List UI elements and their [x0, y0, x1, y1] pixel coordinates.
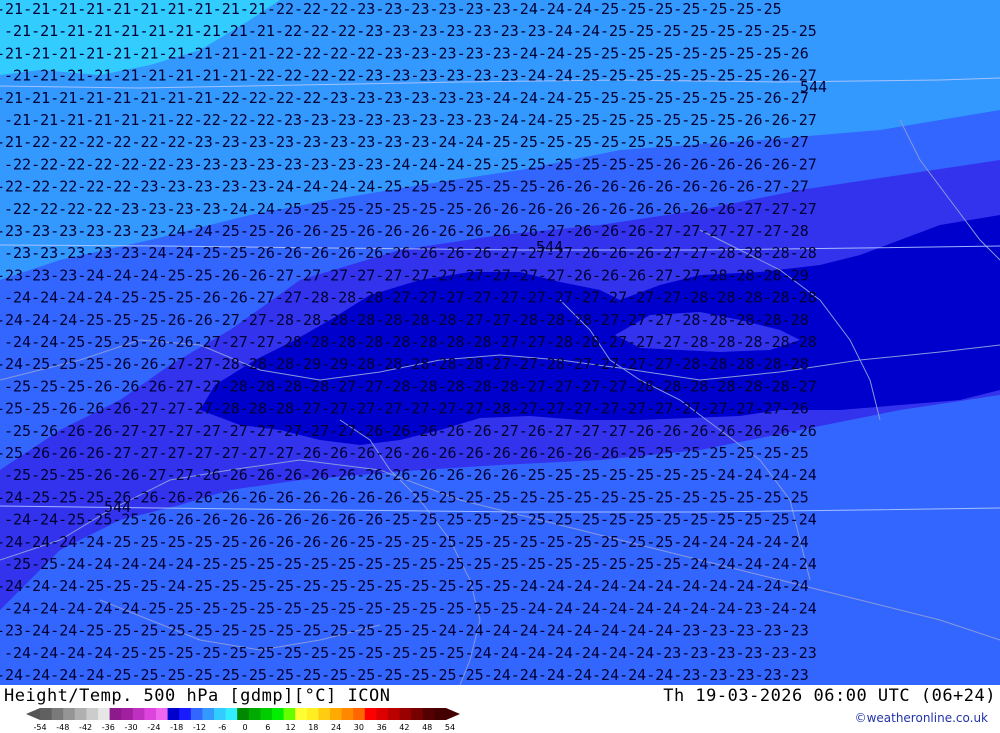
isotherm-row: -24-25-25-25-26-26-27-27-28-28-28-29-29-… [0, 355, 809, 373]
scale-swatch [295, 708, 308, 720]
scale-tick-label: -48 [56, 723, 70, 732]
credit-link[interactable]: ©weatheronline.co.uk [855, 711, 988, 725]
scale-swatch [260, 708, 273, 720]
scale-swatch [202, 708, 215, 720]
scale-tick-label: 24 [331, 723, 342, 732]
scale-swatch [63, 708, 76, 720]
scale-swatch [98, 708, 110, 720]
scale-swatch [86, 708, 99, 720]
scale-tick-label: 30 [353, 723, 364, 732]
scale-tick-label: -36 [101, 723, 115, 732]
scale-tick-label: 6 [265, 723, 271, 732]
isotherm-row: -21-21-21-21-21-21-21-21-21-21-22-22-22-… [0, 0, 782, 18]
isotherm-row: -24-24-24-24-24-25-25-25-25-25-25-25-25-… [4, 599, 817, 617]
scale-swatch [109, 708, 122, 720]
scale-tick-label: -6 [218, 723, 227, 732]
color-scale-swatches [40, 708, 447, 720]
scale-swatch [190, 708, 203, 720]
map-title: Height/Temp. 500 hPa [gdmp][°C] ICON [4, 686, 391, 706]
isotherm-row: -25-25-25-26-26-26-27-27-28-28-28-28-27-… [4, 377, 817, 395]
scale-swatch [272, 708, 284, 720]
scale-swatch [237, 708, 250, 720]
map-footer: Height/Temp. 500 hPa [gdmp][°C] ICON Th … [0, 685, 1000, 733]
scale-swatch [376, 708, 389, 720]
isotherm-row: -22-22-22-22-22-23-23-23-23-23-24-24-24-… [0, 178, 809, 196]
isotherm-row: -24-24-24-25-25-25-24-25-25-25-25-25-25-… [0, 577, 809, 595]
scale-swatch [330, 708, 342, 720]
scale-tick-label: 18 [308, 723, 319, 732]
isotherm-row: -24-24-24-25-25-25-26-26-27-27-28-28-28-… [0, 311, 809, 329]
scale-swatch [214, 708, 226, 720]
isotherm-row: -24-24-24-24-25-25-25-25-25-25-25-25-25-… [0, 666, 809, 684]
isotherm-row: -25-26-26-26-27-27-27-27-27-27-27-27-27-… [4, 422, 817, 440]
scale-swatch [411, 708, 424, 720]
isotherm-row: -23-23-23-24-24-24-25-25-26-26-27-27-27-… [0, 266, 809, 284]
isotherm-row: -21-22-22-22-22-22-22-23-23-23-23-23-23-… [0, 133, 809, 151]
isotherm-row: -25-25-24-24-24-24-24-25-25-25-25-25-25-… [4, 555, 817, 573]
scale-swatch [399, 708, 412, 720]
height-label-544: 544 [536, 238, 563, 256]
isotherm-row: -24-24-24-24-25-25-25-25-25-25-25-25-25-… [4, 644, 817, 662]
isotherm-row: -21-21-21-21-21-21-21-21-21-21-22-22-22-… [4, 22, 817, 40]
scale-swatch [179, 708, 192, 720]
scale-tick-label: -54 [33, 723, 47, 732]
scale-swatch [156, 708, 168, 720]
scale-swatch [167, 708, 180, 720]
isotherm-row: -23-23-23-23-23-24-24-25-25-26-26-26-26-… [4, 244, 817, 262]
scale-swatch [341, 708, 354, 720]
isotherm-row: -25-25-25-26-26-27-27-26-26-26-26-26-26-… [4, 466, 817, 484]
scale-tick-label: -42 [79, 723, 93, 732]
scale-swatch [364, 708, 377, 720]
scale-tick-label: 0 [242, 723, 248, 732]
height-label-544: 544 [104, 498, 131, 516]
scale-tick-label: -24 [147, 723, 161, 732]
isotherm-row: -25-26-26-26-27-27-27-27-27-27-27-26-26-… [0, 444, 809, 462]
scale-tick-label: -18 [170, 723, 184, 732]
isotherm-label-grid: -21-21-21-21-21-21-21-21-21-21-22-22-22-… [0, 0, 817, 684]
scale-tick-label: 54 [444, 723, 456, 732]
isotherm-row: -25-25-26-26-26-27-27-27-28-28-28-27-27-… [0, 400, 809, 418]
scale-tick-label: 36 [376, 723, 387, 732]
scale-swatch [144, 708, 157, 720]
scale-right-arrow [446, 708, 460, 720]
scale-swatch [388, 708, 400, 720]
scale-swatch [121, 708, 134, 720]
scale-swatch [283, 708, 296, 720]
valid-time: Th 19-03-2026 06:00 UTC (06+24) [663, 686, 996, 706]
scale-swatch [132, 708, 145, 720]
isotherm-row: -24-24-24-24-25-25-25-25-25-26-26-26-26-… [0, 533, 809, 551]
isotherm-row: -23-24-24-25-25-25-25-25-25-25-25-25-25-… [0, 622, 809, 640]
isotherm-row: -21-21-21-21-21-21-22-22-22-22-23-23-23-… [4, 111, 817, 129]
scale-swatch [40, 708, 52, 720]
scale-tick-label: -12 [192, 723, 206, 732]
color-scale-legend [26, 708, 460, 720]
scale-swatch [434, 708, 447, 720]
scale-tick-label: 12 [285, 723, 296, 732]
isotherm-row: -21-21-21-21-21-21-21-21-21-22-22-22-22-… [4, 67, 817, 85]
scale-swatch [248, 708, 261, 720]
isotherm-row: -21-21-21-21-21-21-21-21-21-21-22-22-22-… [0, 44, 809, 62]
scale-swatch [318, 708, 331, 720]
scale-tick-label: 42 [399, 723, 410, 732]
weather-map: -21-21-21-21-21-21-21-21-21-21-22-22-22-… [0, 0, 1000, 685]
isotherm-row: -24-24-24-24-25-25-25-26-26-27-27-28-28-… [4, 289, 817, 307]
scale-swatch [306, 708, 319, 720]
scale-swatch [225, 708, 238, 720]
isotherm-row: -21-21-21-21-21-21-21-21-22-22-22-22-23-… [0, 89, 809, 107]
scale-swatch [422, 708, 435, 720]
scale-tick-label: 48 [422, 723, 433, 732]
scale-tick-label: -30 [124, 723, 138, 732]
isotherm-row: -24-24-25-25-25-26-26-27-27-27-28-28-28-… [4, 333, 817, 351]
isotherm-row: -22-22-22-22-23-23-23-23-24-24-25-25-25-… [4, 200, 817, 218]
isotherm-row: -22-22-22-22-22-22-23-23-23-23-23-23-23-… [4, 155, 817, 173]
isotherm-row: -23-23-23-23-23-23-24-24-25-25-26-26-25-… [0, 222, 809, 240]
height-label-544: 544 [800, 78, 827, 96]
temperature-field: -21-21-21-21-21-21-21-21-21-21-22-22-22-… [0, 0, 1000, 685]
scale-swatch [353, 708, 366, 720]
scale-left-arrow [26, 708, 40, 720]
scale-swatch [51, 708, 64, 720]
scale-swatch [74, 708, 87, 720]
